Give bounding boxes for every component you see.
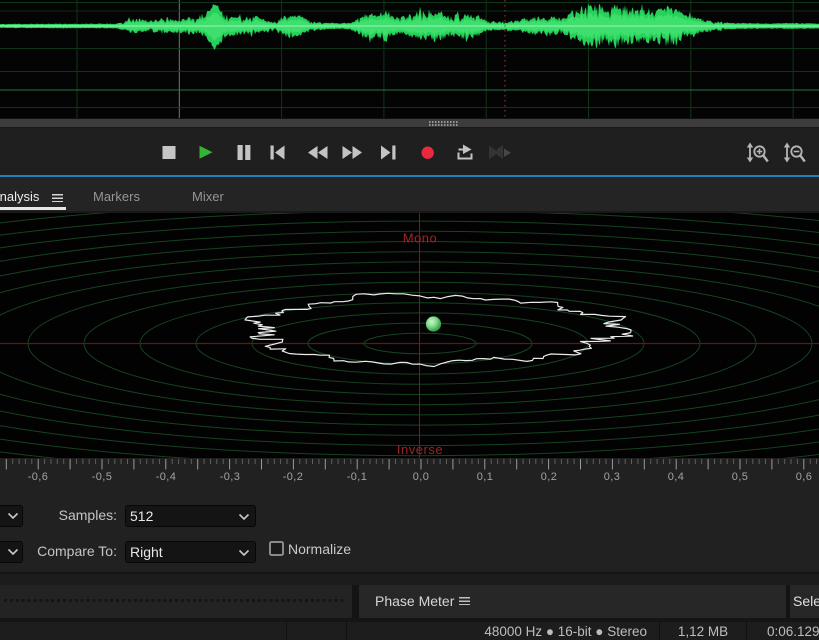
svg-text:Mono: Mono <box>403 231 438 246</box>
